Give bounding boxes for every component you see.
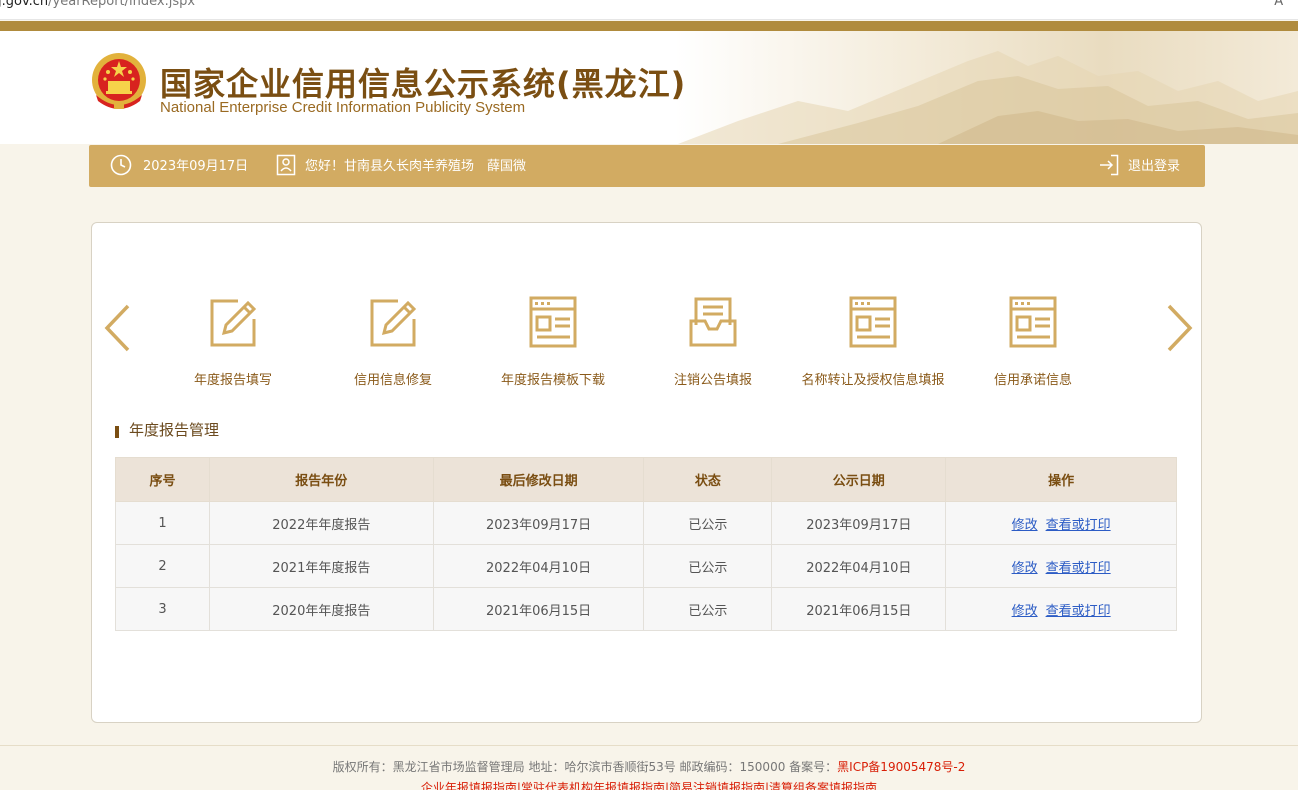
cell-year: 2020年年度报告 bbox=[208, 587, 434, 631]
edit-link[interactable]: 修改 bbox=[1012, 561, 1038, 576]
menu-annual-report-fill[interactable]: 年度报告填写 bbox=[158, 295, 308, 388]
menu-name-transfer[interactable]: 名称转让及授权信息填报 bbox=[798, 295, 948, 388]
cell-year: 2022年年度报告 bbox=[208, 501, 434, 545]
logout-icon[interactable] bbox=[1099, 154, 1119, 176]
edit-link[interactable]: 修改 bbox=[1012, 604, 1038, 619]
table-row: 3 2020年年度报告 2021年06月15日 已公示 2021年06月15日 … bbox=[115, 587, 1177, 631]
menu-template-download[interactable]: 年度报告模板下载 bbox=[478, 295, 628, 388]
national-emblem-icon bbox=[92, 53, 146, 109]
cell-publish: 2021年06月15日 bbox=[771, 587, 947, 631]
menu-label: 注销公告填报 bbox=[673, 373, 752, 388]
cell-publish: 2023年09月17日 bbox=[771, 501, 947, 545]
edit-icon bbox=[370, 299, 417, 347]
document-template-icon bbox=[529, 296, 577, 348]
cell-no: 3 bbox=[115, 587, 210, 631]
user-card-icon bbox=[276, 154, 296, 176]
view-print-link[interactable]: 查看或打印 bbox=[1046, 561, 1111, 576]
col-header-year: 报告年份 bbox=[208, 457, 434, 502]
current-date: 2023年09月17日 bbox=[143, 159, 249, 174]
table-row: 2 2021年年度报告 2022年04月10日 已公示 2022年04月10日 … bbox=[115, 544, 1177, 588]
address-url[interactable]: j.gov.cn/yearReport/index.jspx bbox=[0, 0, 195, 8]
menu-credit-repair[interactable]: 信用信息修复 bbox=[318, 295, 468, 388]
menu-cancellation-notice[interactable]: 注销公告填报 bbox=[638, 295, 788, 388]
icp-number[interactable]: 黑ICP备19005478号-2 bbox=[837, 760, 965, 774]
cell-year: 2021年年度报告 bbox=[208, 544, 434, 588]
site-header: 国家企业信用信息公示系统(黑龙江) National Enterprise Cr… bbox=[0, 31, 1298, 144]
cell-publish: 2022年04月10日 bbox=[771, 544, 947, 588]
col-header-actions: 操作 bbox=[945, 457, 1177, 502]
cell-status: 已公示 bbox=[643, 544, 773, 588]
carousel-next-arrow-icon[interactable] bbox=[1165, 302, 1195, 354]
top-gold-stripe bbox=[0, 21, 1298, 31]
document-template-icon bbox=[849, 296, 897, 348]
table-row: 1 2022年年度报告 2023年09月17日 已公示 2023年09月17日 … bbox=[115, 501, 1177, 545]
col-header-modified: 最后修改日期 bbox=[432, 457, 645, 502]
browser-address-bar[interactable]: j.gov.cn/yearReport/index.jspx A^ bbox=[0, 0, 1298, 20]
col-header-status: 状态 bbox=[643, 457, 773, 502]
col-header-publish: 公示日期 bbox=[771, 457, 947, 502]
user-greeting: 您好！甘南县久长肉羊养殖场 薛国微 bbox=[305, 159, 527, 174]
clock-icon bbox=[110, 154, 132, 176]
announcement-icon bbox=[689, 297, 737, 347]
carousel-prev-arrow-icon[interactable] bbox=[102, 302, 132, 354]
cell-no: 1 bbox=[115, 501, 210, 545]
menu-label: 信用信息修复 bbox=[353, 373, 432, 388]
copyright-text: 版权所有：黑龙江省市场监督管理局 地址：哈尔滨市香顺街53号 邮政编码：1500… bbox=[332, 760, 838, 774]
mountain-landscape-decoration bbox=[678, 51, 1298, 144]
menu-label: 信用承诺信息 bbox=[993, 373, 1072, 388]
cell-modified: 2022年04月10日 bbox=[432, 544, 645, 588]
footer-divider bbox=[0, 745, 1298, 746]
cell-actions: 修改 查看或打印 bbox=[945, 587, 1177, 631]
table-header-row: 序号 报告年份 最后修改日期 状态 公示日期 操作 bbox=[115, 457, 1177, 502]
logout-link[interactable]: 退出登录 bbox=[1128, 159, 1180, 174]
col-header-no: 序号 bbox=[115, 457, 210, 502]
document-template-icon bbox=[1009, 296, 1057, 348]
menu-credit-commitment[interactable]: 信用承诺信息 bbox=[958, 295, 1108, 388]
footer-copyright: 版权所有：黑龙江省市场监督管理局 地址：哈尔滨市香顺街53号 邮政编码：1500… bbox=[0, 758, 1298, 775]
user-info-bar: 2023年09月17日 您好！甘南县久长肉羊养殖场 薛国微 退出登录 bbox=[89, 145, 1205, 187]
cell-status: 已公示 bbox=[643, 587, 773, 631]
annual-report-table: 序号 报告年份 最后修改日期 状态 公示日期 操作 1 2022年年度报告 20… bbox=[115, 457, 1177, 631]
cell-actions: 修改 查看或打印 bbox=[945, 501, 1177, 545]
view-print-link[interactable]: 查看或打印 bbox=[1046, 518, 1111, 533]
cell-no: 2 bbox=[115, 544, 210, 588]
cell-status: 已公示 bbox=[643, 501, 773, 545]
section-title: 年度报告管理 bbox=[115, 423, 219, 438]
cell-modified: 2021年06月15日 bbox=[432, 587, 645, 631]
cell-actions: 修改 查看或打印 bbox=[945, 544, 1177, 588]
edit-link[interactable]: 修改 bbox=[1012, 518, 1038, 533]
edit-icon bbox=[210, 299, 257, 347]
footer-guide-links[interactable]: 企业年报填报指南|常驻代表机构年报填报指南|简易注销填报指南|清算组备案填报指南 bbox=[0, 779, 1298, 790]
view-print-link[interactable]: 查看或打印 bbox=[1046, 604, 1111, 619]
cell-modified: 2023年09月17日 bbox=[432, 501, 645, 545]
menu-label: 年度报告模板下载 bbox=[500, 373, 605, 388]
reader-mode-icon[interactable]: A^ bbox=[1274, 0, 1294, 8]
menu-label: 名称转让及授权信息填报 bbox=[801, 373, 945, 388]
menu-label: 年度报告填写 bbox=[193, 373, 272, 388]
site-title-english: National Enterprise Credit Information P… bbox=[160, 99, 526, 116]
